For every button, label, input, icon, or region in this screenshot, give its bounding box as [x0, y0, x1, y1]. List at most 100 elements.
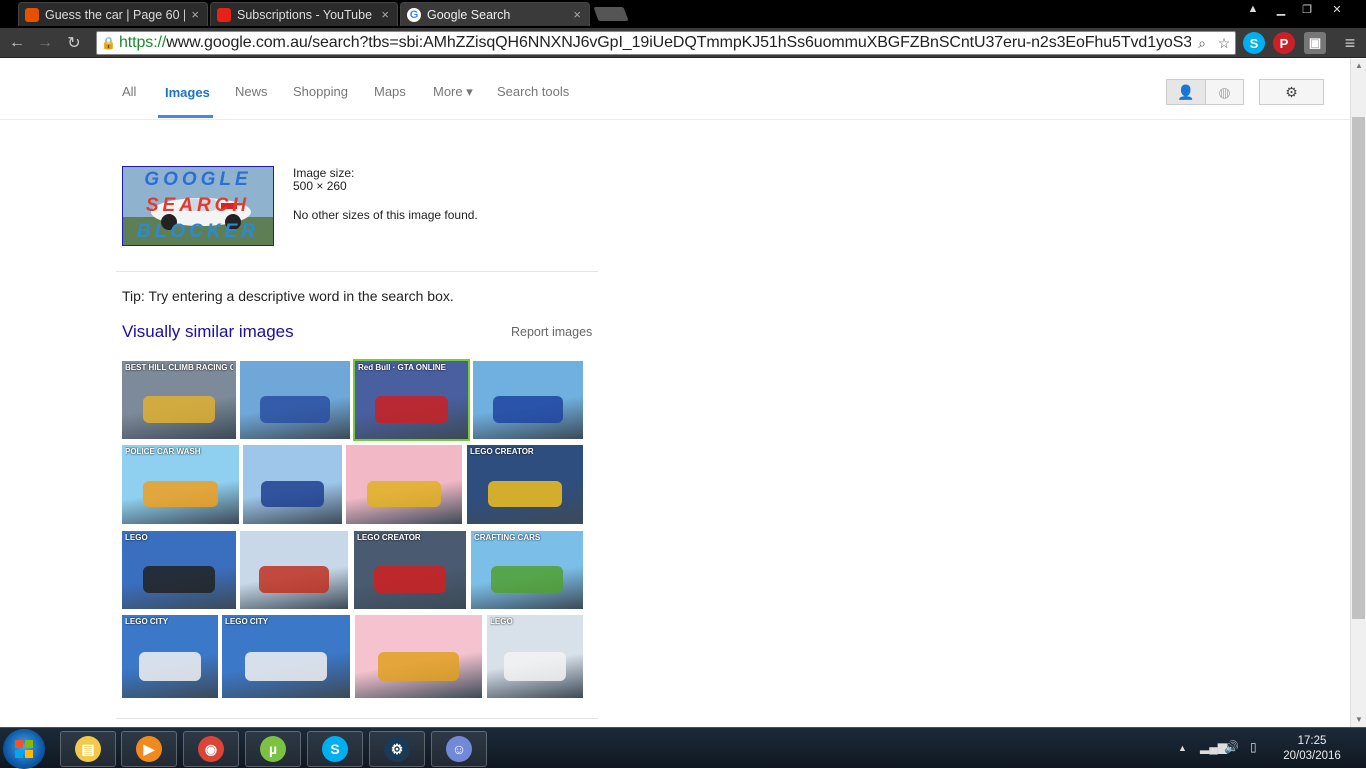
tab-close-icon[interactable]: ×	[191, 7, 199, 22]
tab-images[interactable]: Images	[165, 85, 210, 100]
personal-results-button[interactable]: 👤	[1166, 79, 1206, 105]
back-arrow-icon[interactable]: ←	[6, 33, 28, 53]
page-scrollbar[interactable]: ▲ ▼	[1350, 59, 1366, 727]
reload-icon[interactable]: ↻	[63, 33, 85, 53]
vehicle-shape	[491, 566, 563, 593]
similar-image-thumbnail[interactable]: CRAFTING CARS	[471, 531, 583, 609]
close-window-icon[interactable]: ✕	[1322, 0, 1352, 18]
profile-icon[interactable]: ▲	[1240, 0, 1266, 18]
active-tab-underline	[158, 115, 213, 118]
extension-icon[interactable]: ▣	[1304, 32, 1326, 54]
forum-favicon-icon	[25, 7, 39, 22]
scroll-down-icon[interactable]: ▼	[1351, 713, 1366, 727]
similar-image-thumbnail[interactable]: POLICE CAR WASH	[122, 445, 239, 524]
address-bar[interactable]: 🔒 https://www.google.com.au/search?tbs=s…	[96, 31, 1236, 55]
similar-image-thumbnail[interactable]: BEST HILL CLIMB RACING GAME	[122, 361, 236, 439]
discord-taskbar-button[interactable]: ☺	[431, 731, 487, 767]
media-player-taskbar-button[interactable]: ▶	[121, 731, 177, 767]
no-other-sizes-text: No other sizes of this image found.	[293, 208, 478, 222]
search-tip: Tip: Try entering a descriptive word in …	[122, 288, 454, 304]
similar-image-thumbnail[interactable]: Red Bull · GTA ONLINE	[353, 359, 470, 441]
bookmark-star-icon[interactable]: ☆	[1213, 35, 1235, 52]
utorrent-icon: µ	[260, 736, 286, 762]
utorrent-taskbar-button[interactable]: µ	[245, 731, 301, 767]
similar-image-thumbnail[interactable]	[240, 361, 350, 439]
vehicle-shape	[366, 480, 442, 508]
similar-image-thumbnail[interactable]: LEGO	[487, 615, 583, 698]
thumb-text-line: BLOCKER	[137, 221, 259, 242]
vehicle-shape	[143, 480, 218, 508]
vehicle-shape	[260, 480, 325, 508]
new-tab-button[interactable]	[593, 7, 629, 21]
file-explorer-taskbar-button[interactable]: ▤	[60, 731, 116, 767]
forward-arrow-icon[interactable]: →	[34, 33, 56, 53]
query-image-thumbnail[interactable]: GOOGLE SEARCH BLOCKER	[122, 166, 274, 246]
similar-image-thumbnail[interactable]: LEGO CITY	[222, 615, 350, 698]
tab-shopping[interactable]: Shopping	[293, 84, 348, 99]
battery-icon[interactable]: ▯	[1250, 740, 1257, 754]
minimize-icon[interactable]: ▁	[1268, 0, 1294, 18]
vehicle-shape	[259, 396, 331, 423]
tab-search-tools[interactable]: Search tools	[497, 84, 569, 99]
google-results-page: All Images News Shopping Maps More ▾ Sea…	[0, 59, 1350, 727]
browser-tab-active[interactable]: G Google Search ×	[400, 2, 590, 26]
restore-icon[interactable]: ❐	[1294, 0, 1320, 18]
global-results-button[interactable]: ◍	[1205, 79, 1244, 105]
divider	[116, 718, 598, 719]
volume-icon[interactable]: 🔊	[1224, 740, 1239, 754]
browser-tab[interactable]: Guess the car | Page 60 | B ×	[18, 2, 208, 26]
media-player-icon: ▶	[136, 736, 162, 762]
browser-toolbar: ← → ↻ 🔒 https://www.google.com.au/search…	[0, 28, 1366, 58]
chrome-icon: ◉	[198, 736, 224, 762]
tab-close-icon[interactable]: ×	[381, 7, 389, 22]
vehicle-shape	[142, 566, 216, 593]
windows-taskbar: ▤ ▶ ◉ µ S ⚙ ☺ ▲ ▂▄▆ 🔊 ▯ 17:25 20/03/2016	[0, 727, 1366, 769]
scroll-up-icon[interactable]: ▲	[1351, 59, 1366, 73]
tab-close-icon[interactable]: ×	[573, 7, 581, 22]
vehicle-shape	[492, 396, 564, 423]
tab-more[interactable]: More ▾	[433, 84, 473, 100]
visually-similar-heading[interactable]: Visually similar images	[122, 322, 294, 342]
steam-icon: ⚙	[384, 736, 410, 762]
tab-maps[interactable]: Maps	[374, 84, 406, 99]
similar-image-thumbnail[interactable]	[243, 445, 342, 524]
search-icon[interactable]: ⌕	[1191, 35, 1213, 52]
tab-news[interactable]: News	[235, 84, 268, 99]
vehicle-shape	[487, 480, 563, 508]
start-button[interactable]	[3, 729, 45, 769]
skype-extension-icon[interactable]: S	[1243, 32, 1265, 54]
pinterest-extension-icon[interactable]: P	[1273, 32, 1295, 54]
browser-tab[interactable]: Subscriptions - YouTube ×	[210, 2, 398, 26]
thumbnail-caption: POLICE CAR WASH	[125, 447, 201, 456]
similar-image-thumbnail[interactable]: LEGO CREATOR	[354, 531, 466, 609]
similar-image-thumbnail[interactable]	[346, 445, 462, 524]
globe-icon: ◍	[1218, 83, 1231, 100]
tab-all[interactable]: All	[122, 84, 136, 99]
network-signal-icon[interactable]: ▂▄▆	[1200, 740, 1227, 754]
similar-image-thumbnail[interactable]: LEGO	[122, 531, 236, 609]
similar-image-thumbnail[interactable]: LEGO CREATOR	[467, 445, 583, 524]
clock-date: 20/03/2016	[1283, 750, 1341, 762]
steam-taskbar-button[interactable]: ⚙	[369, 731, 425, 767]
file-explorer-icon: ▤	[75, 736, 101, 762]
chrome-taskbar-button[interactable]: ◉	[183, 731, 239, 767]
skype-taskbar-button[interactable]: S	[307, 731, 363, 767]
url-text[interactable]: https://www.google.com.au/search?tbs=sbi…	[119, 34, 1191, 52]
report-images-link[interactable]: Report images	[511, 325, 592, 339]
browser-tab-strip: Guess the car | Page 60 | B × Subscripti…	[0, 0, 1366, 28]
similar-image-thumbnail[interactable]	[240, 531, 348, 609]
chrome-menu-icon[interactable]: ≡	[1340, 33, 1360, 53]
similar-image-thumbnail[interactable]	[355, 615, 482, 698]
similar-image-thumbnail[interactable]: LEGO CITY	[122, 615, 218, 698]
similar-image-thumbnail[interactable]	[473, 361, 583, 439]
settings-button[interactable]: ⚙	[1259, 79, 1324, 105]
thumbnail-caption: CRAFTING CARS	[474, 533, 541, 542]
person-icon: 👤	[1177, 83, 1195, 100]
vehicle-shape	[375, 396, 448, 423]
thumbnail-caption: LEGO CITY	[125, 617, 169, 626]
scroll-thumb[interactable]	[1352, 117, 1365, 619]
system-clock[interactable]: 17:25 20/03/2016	[1272, 734, 1352, 764]
thumbnail-caption: LEGO CITY	[225, 617, 269, 626]
show-hidden-icons[interactable]: ▲	[1178, 743, 1187, 753]
thumb-text-line: GOOGLE	[144, 169, 252, 190]
